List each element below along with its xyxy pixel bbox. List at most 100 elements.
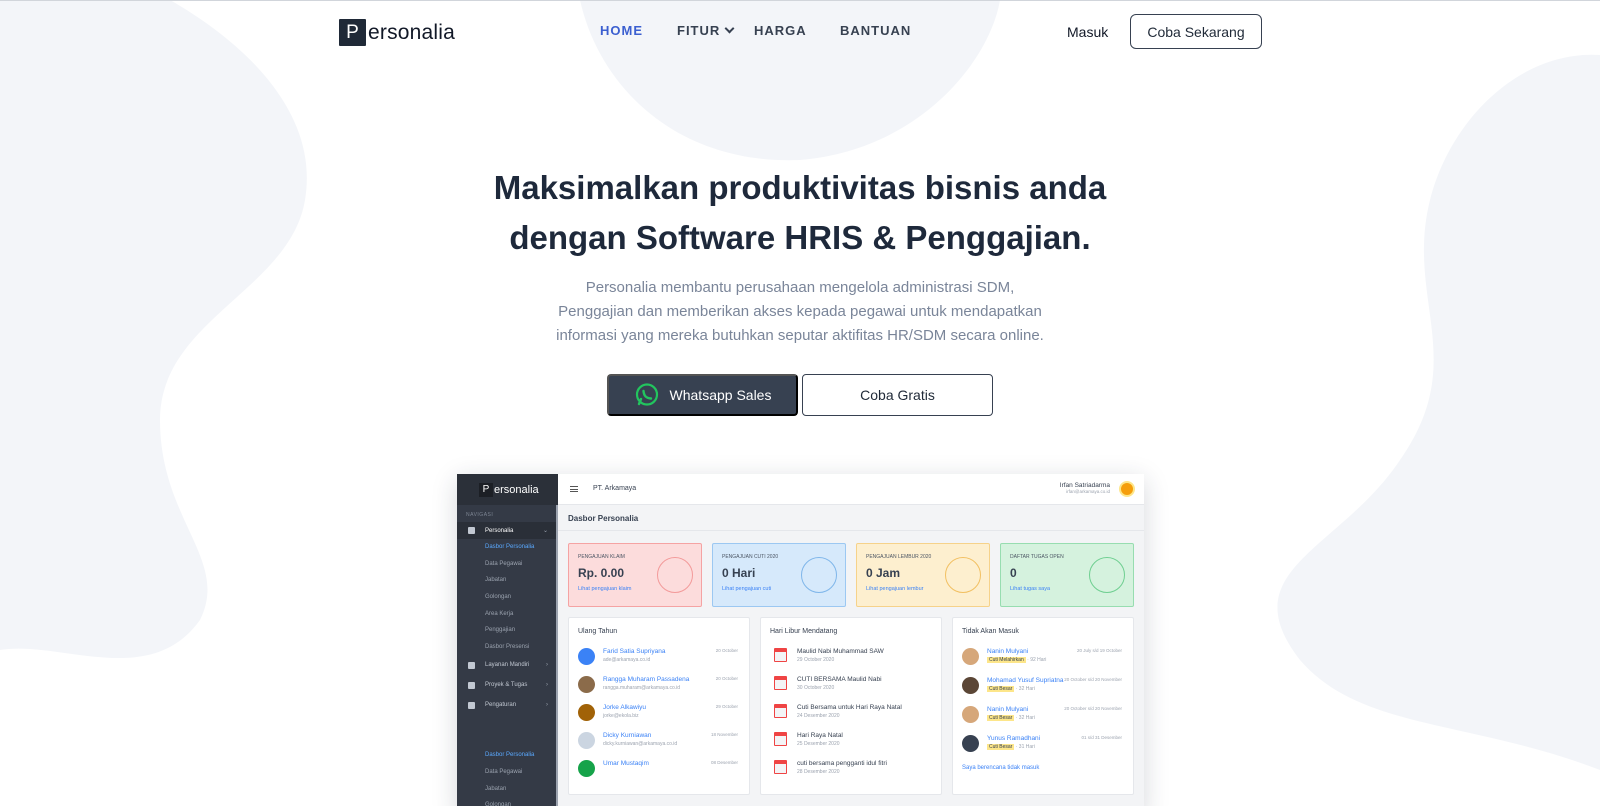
- holiday-date: 28 Desember 2020: [797, 769, 840, 775]
- preview-submenu-item: Dasbor Personalia: [485, 752, 535, 759]
- stat-card-cuti: PENGAJUAN CUTI 2020 0 Hari Lihat pengaju…: [712, 543, 846, 607]
- preview-menu-pengaturan: Pengaturan ›: [457, 695, 558, 715]
- avatar: [1119, 481, 1135, 497]
- brand-logo[interactable]: P ersonalia: [339, 19, 455, 46]
- preview-user-email: irfan@arkamaya.co.id: [1066, 489, 1110, 494]
- person-name: Yunus Ramadhani: [987, 735, 1041, 742]
- preview-page-title: Dasbor Personalia: [568, 514, 639, 523]
- preview-user: Irfan Satriadarma irfan@arkamaya.co.id: [1060, 482, 1110, 494]
- hamburger-icon: [570, 486, 578, 492]
- preview-submenu-item: Data Pegawai: [485, 769, 523, 776]
- whatsapp-sales-button[interactable]: Whatsapp Sales: [607, 374, 798, 416]
- holiday-date: 25 Desember 2020: [797, 741, 840, 747]
- preview-submenu-item: Data Pegawai: [485, 560, 523, 567]
- preview-sidebar: P ersonalia NAVIGASI Personalia ⌄ Dasbor …: [457, 474, 558, 806]
- dashboard-preview: P ersonalia NAVIGASI Personalia ⌄ Dasbor …: [457, 474, 1144, 806]
- gear-icon: [468, 701, 475, 709]
- list-item: Dicky Kurniawan dicky.kurniawan@arkamaya.…: [578, 732, 740, 760]
- person-name: Jorke Alkawiyu: [603, 704, 646, 711]
- stat-card-klaim: PENGAJUAN KLAIM Rp. 0.00 Lihat pengajuan…: [568, 543, 702, 607]
- list-item: CUTI BERSAMA Maulid Nabi 30 October 2020: [770, 676, 932, 704]
- preview-submenu-item: Dasbor Personalia: [485, 544, 535, 551]
- avatar: [578, 704, 595, 721]
- preview-submenu-item: Jabatan: [485, 785, 507, 792]
- nav-harga[interactable]: HARGA: [754, 23, 807, 38]
- avatar: [962, 648, 979, 665]
- try-now-button[interactable]: Coba Sekarang: [1130, 14, 1262, 49]
- hero-subtitle-line: Personalia membantu perusahaan mengelola…: [585, 279, 1015, 296]
- person-name: Farid Satia Supriyana: [603, 648, 666, 655]
- list-item: Yunus Ramadhani Cuti Besar · 31 Hari 01 s…: [962, 735, 1124, 764]
- preview-submenu-item: Golongan: [485, 594, 512, 601]
- hero-title-line: dengan Software HRIS & Penggajian.: [509, 219, 1091, 256]
- list-item: Nanin Mulyani Cuti Melahirkan · 92 Hari 2…: [962, 648, 1124, 677]
- list-item: Umar Mustaqim 08 Desember: [578, 760, 740, 788]
- hero-title: Maksimalkan produktivitas bisnis anda de…: [400, 163, 1200, 263]
- preview-menu-proyek: Proyek & Tugas ›: [457, 675, 558, 695]
- preview-submenu-item: Golongan: [485, 802, 512, 806]
- chevron-right-icon: ›: [546, 702, 548, 709]
- login-link[interactable]: Masuk: [1067, 24, 1108, 40]
- calendar-icon: [774, 704, 787, 718]
- plane-icon: [801, 557, 837, 593]
- calendar-icon: [774, 760, 787, 774]
- person-email: ade@arkamaya.co.id: [603, 657, 651, 663]
- leave-badge: Cuti Melahirkan: [987, 657, 1026, 663]
- item-date: 20 October s/d 20 November: [1064, 677, 1122, 682]
- item-date: 20 October: [715, 676, 738, 681]
- person-name: Umar Mustaqim: [603, 760, 649, 767]
- person-email: dicky.kurniawan@arkamaya.co.id: [603, 741, 678, 747]
- free-trial-button[interactable]: Coba Gratis: [802, 374, 993, 416]
- holiday-name: cuti bersama pengganti idul fitri: [797, 760, 887, 767]
- birthdays-panel: Ulang Tahun Farid Satia Supriyana ade@ark…: [568, 617, 750, 795]
- preview-submenu-item: Dasbor Presensi: [485, 643, 530, 650]
- preview-sidebar-gap: [457, 715, 558, 747]
- item-date: 20 October s/d 20 November: [1064, 706, 1122, 711]
- leave-duration: · 31 Hari: [1015, 744, 1035, 750]
- panel-title: Tidak Akan Masuk: [962, 628, 1019, 635]
- leave-badge: Cuti Besar: [987, 744, 1015, 750]
- holiday-date: 29 October 2020: [797, 657, 835, 663]
- item-date: 20 July s/d 19 October: [1076, 648, 1122, 653]
- chevron-right-icon: ›: [546, 662, 548, 669]
- item-date: 29 October: [715, 704, 738, 709]
- nav-home[interactable]: HOME: [600, 23, 643, 38]
- person-name: Mohamad Yusuf Supriatna: [987, 677, 1064, 684]
- list-item: Maulid Nabi Muhammad SAW 29 October 2020: [770, 648, 932, 676]
- chevron-down-icon: [724, 23, 735, 34]
- id-card-icon: [468, 527, 475, 534]
- nav-fitur-label: FITUR: [677, 23, 721, 38]
- whatsapp-sales-label: Whatsapp Sales: [669, 387, 772, 403]
- nav-fitur[interactable]: FITUR: [677, 23, 735, 38]
- item-date: 08 Desember: [710, 760, 738, 765]
- leave-duration: · 32 Hari: [1015, 686, 1035, 692]
- nav-bantuan[interactable]: BANTUAN: [840, 23, 911, 38]
- avatar: [578, 760, 595, 777]
- preview-menu-layanan: Layanan Mandiri ›: [457, 655, 558, 675]
- preview-submenu-item: Area Kerja: [485, 610, 514, 617]
- avatar: [578, 648, 595, 665]
- holiday-name: Maulid Nabi Muhammad SAW: [797, 648, 884, 655]
- list-item: Jorke Alkawiyu jorke@ekola.biz 29 October: [578, 704, 740, 732]
- preview-company: PT. Arkamaya: [593, 485, 637, 492]
- panel-title: Hari Libur Mendatang: [770, 628, 838, 635]
- preview-sidebar-scrollbar: [556, 505, 558, 806]
- list-item: Farid Satia Supriyana ade@arkamaya.co.id …: [578, 648, 740, 676]
- person-name: Nanin Mulyani: [987, 648, 1029, 655]
- list-item: Nanin Mulyani Cuti Besar · 32 Hari 20 Oct…: [962, 706, 1124, 735]
- checkbox-icon: [468, 681, 475, 689]
- avatar: [962, 735, 979, 752]
- logo-mark: P: [339, 19, 366, 46]
- avatar: [578, 732, 595, 749]
- whatsapp-icon: [635, 383, 658, 406]
- preview-menu-label: Proyek & Tugas: [485, 682, 528, 689]
- holiday-name: Cuti Bersama untuk Hari Raya Natal: [797, 704, 902, 711]
- item-date: 01 s/d 31 Desember: [1081, 735, 1122, 740]
- chevron-down-icon: ⌄: [542, 528, 548, 534]
- holiday-date: 24 Desember 2020: [797, 713, 840, 719]
- preview-menu-label: Pengaturan: [485, 702, 517, 709]
- preview-submenu-item: Penggajian: [485, 627, 516, 634]
- preview-logo: P ersonalia: [457, 474, 558, 505]
- holiday-name: CUTI BERSAMA Maulid Nabi: [797, 676, 882, 683]
- item-date: 20 October: [715, 648, 738, 653]
